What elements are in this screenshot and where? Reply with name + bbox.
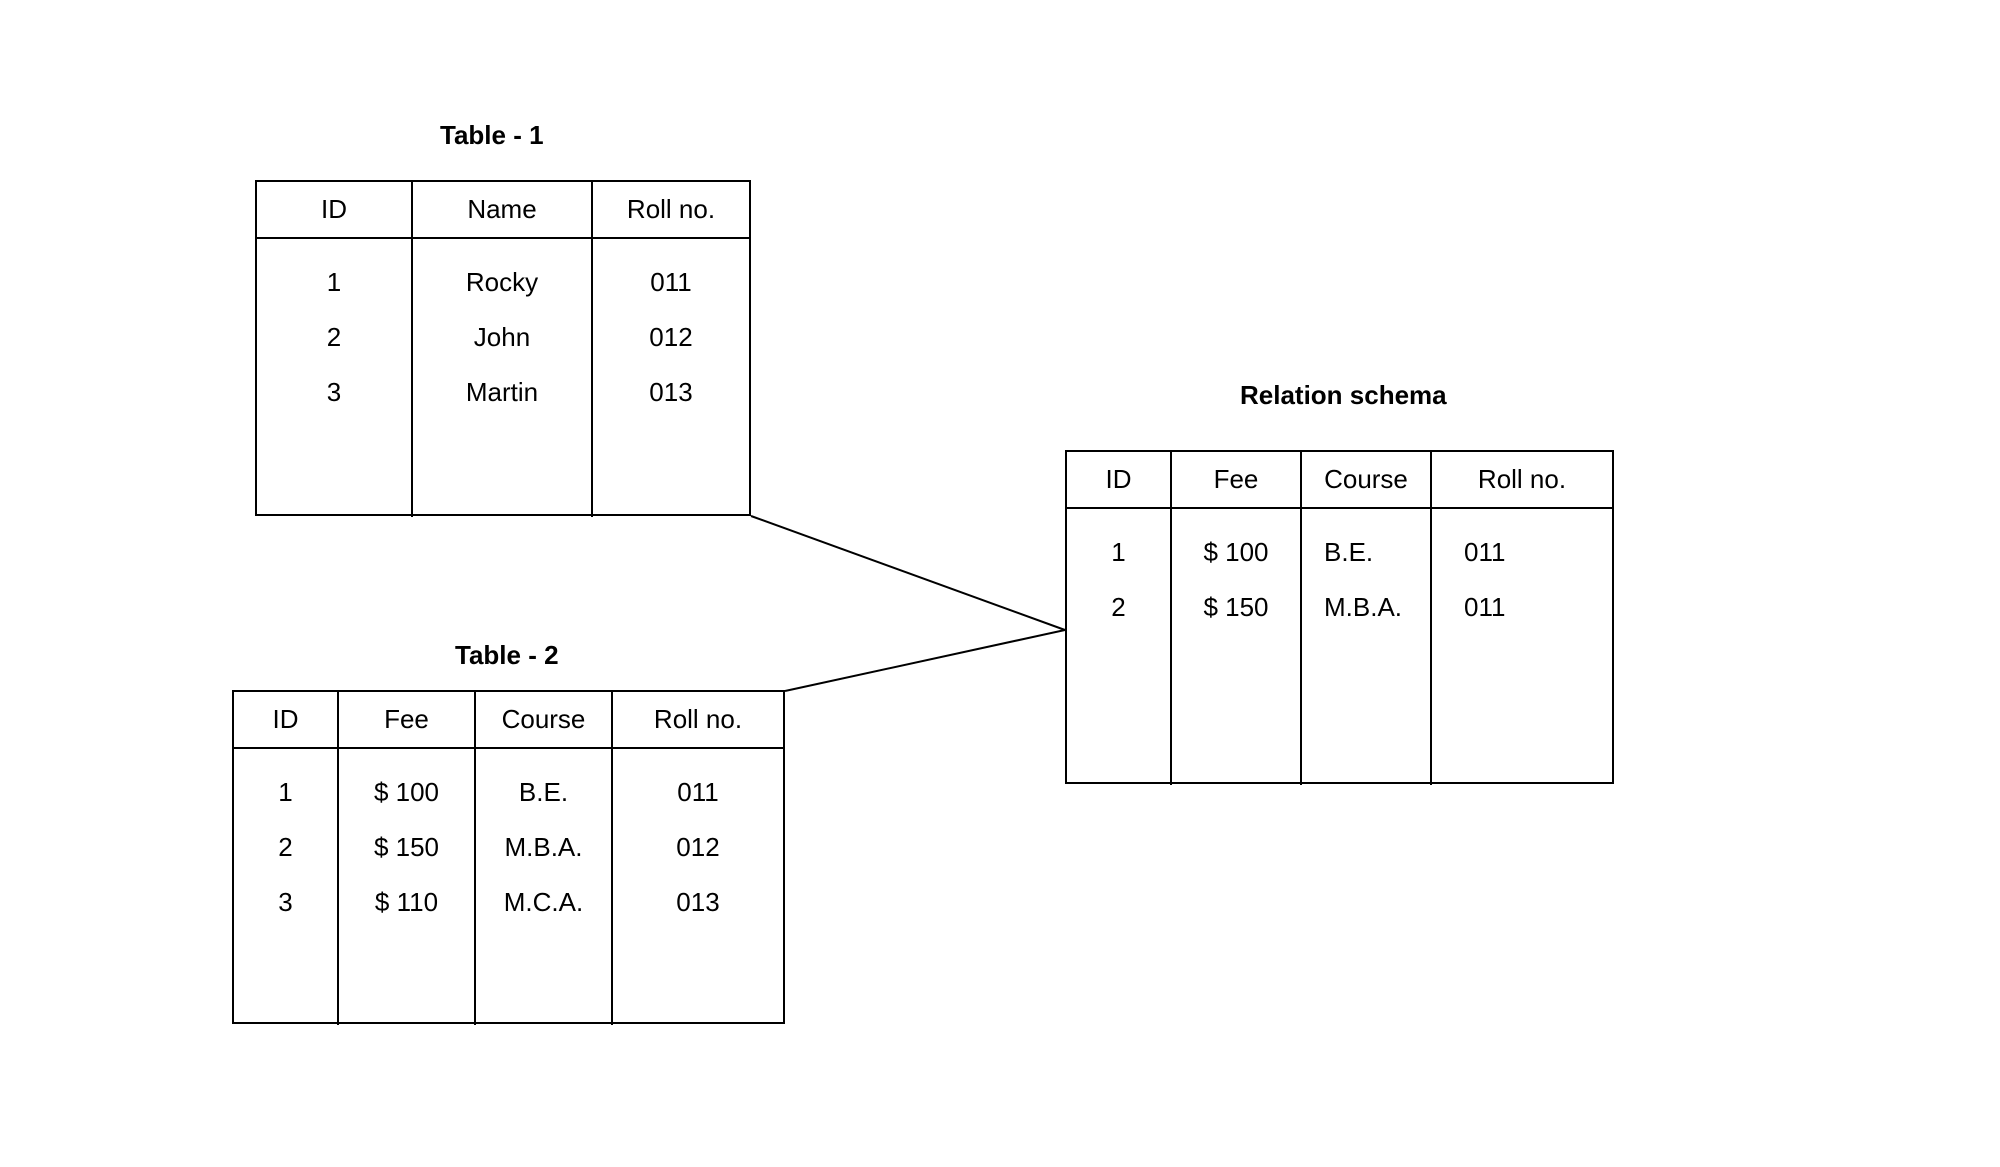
table-cell: 011 (1432, 525, 1612, 580)
table-cell: $ 150 (1172, 580, 1300, 635)
table1-header: Roll no. (593, 182, 749, 237)
table-cell: 013 (593, 365, 749, 420)
table-cell: 1 (257, 255, 411, 310)
schema-body: 1 2 $ 100 $ 150 B.E. M.B.A. 011 011 (1067, 509, 1612, 785)
table2-header: Fee (339, 692, 476, 747)
table-cell: 011 (1432, 580, 1612, 635)
table-cell: $ 100 (339, 765, 474, 820)
table-cell: 013 (613, 875, 783, 930)
table-cell: Rocky (413, 255, 591, 310)
table1-header: ID (257, 182, 413, 237)
schema-header: Course (1302, 452, 1432, 507)
schema-header: Roll no. (1432, 452, 1612, 507)
table1-header-row: ID Name Roll no. (257, 182, 749, 239)
table-cell: 012 (613, 820, 783, 875)
table-cell: 2 (234, 820, 337, 875)
table-cell: 011 (613, 765, 783, 820)
relation-schema-table: ID Fee Course Roll no. 1 2 $ 100 $ 150 B… (1065, 450, 1614, 784)
table1-body: 1 2 3 Rocky John Martin 011 012 013 (257, 239, 749, 517)
table2-header: Roll no. (613, 692, 783, 747)
table-cell: 2 (257, 310, 411, 365)
table-cell: Martin (413, 365, 591, 420)
table1-header: Name (413, 182, 593, 237)
table-cell: 011 (593, 255, 749, 310)
table-cell: 012 (593, 310, 749, 365)
table-cell: 1 (1067, 525, 1170, 580)
table-cell: M.C.A. (476, 875, 611, 930)
table-cell: 3 (234, 875, 337, 930)
table2-header: ID (234, 692, 339, 747)
schema-header: Fee (1172, 452, 1302, 507)
table-cell: 3 (257, 365, 411, 420)
table-cell: B.E. (1302, 525, 1430, 580)
table2-header: Course (476, 692, 613, 747)
schema-header: ID (1067, 452, 1172, 507)
table2-header-row: ID Fee Course Roll no. (234, 692, 783, 749)
table2-title: Table - 2 (455, 640, 559, 671)
table2-body: 1 2 3 $ 100 $ 150 $ 110 B.E. M.B.A. M.C.… (234, 749, 783, 1025)
table-cell: M.B.A. (1302, 580, 1430, 635)
schema-header-row: ID Fee Course Roll no. (1067, 452, 1612, 509)
table-cell: $ 110 (339, 875, 474, 930)
table1: ID Name Roll no. 1 2 3 Rocky John Martin… (255, 180, 751, 516)
table-cell: John (413, 310, 591, 365)
schema-title: Relation schema (1240, 380, 1447, 411)
table-cell: $ 150 (339, 820, 474, 875)
table-cell: $ 100 (1172, 525, 1300, 580)
table2: ID Fee Course Roll no. 1 2 3 $ 100 $ 150… (232, 690, 785, 1024)
table-cell: 2 (1067, 580, 1170, 635)
table-cell: M.B.A. (476, 820, 611, 875)
table-cell: B.E. (476, 765, 611, 820)
table1-title: Table - 1 (440, 120, 544, 151)
table-cell: 1 (234, 765, 337, 820)
